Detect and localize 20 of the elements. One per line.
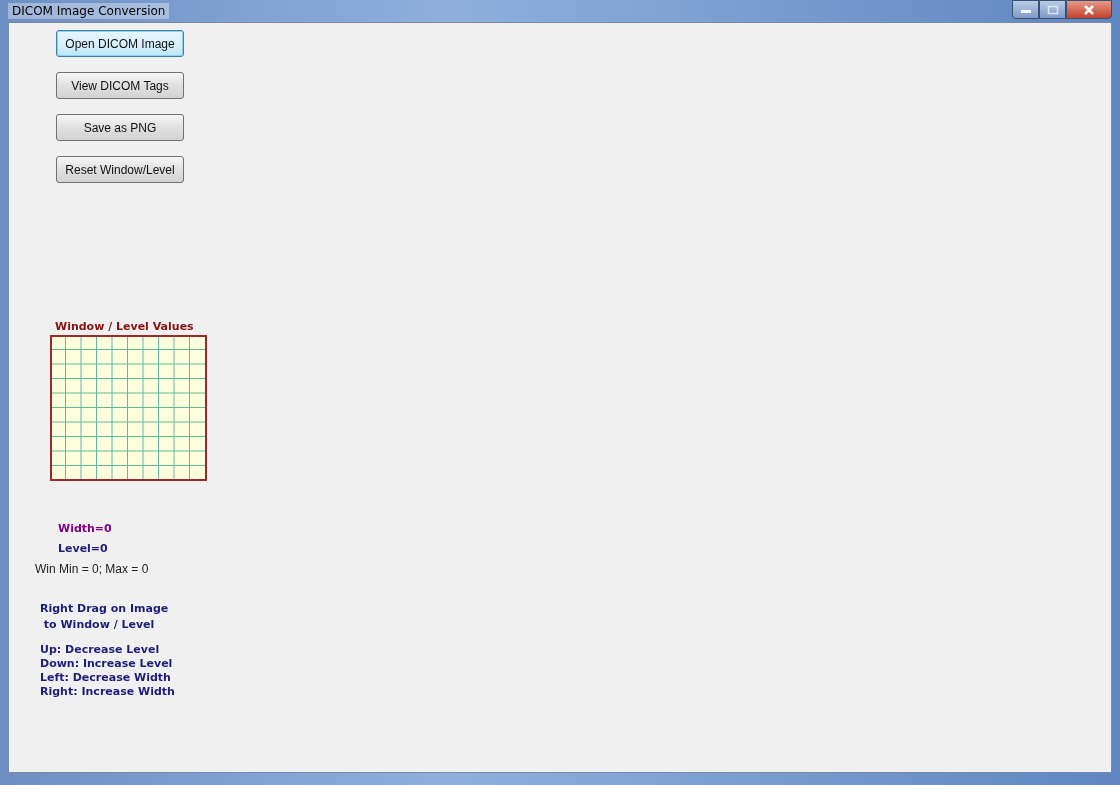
- level-readout: Level=0: [58, 541, 109, 557]
- maximize-icon: [1046, 4, 1059, 15]
- range-readout: Win Min = 0; Max = 0: [35, 561, 150, 578]
- action-button[interactable]: Reset Window/Level: [56, 156, 184, 183]
- action-button[interactable]: View DICOM Tags: [56, 72, 184, 99]
- close-icon: [1083, 4, 1095, 15]
- grid-title: Window / Level Values: [55, 320, 195, 333]
- minimize-button[interactable]: [1012, 0, 1039, 19]
- action-button[interactable]: Open DICOM Image: [56, 30, 184, 57]
- window-title: DICOM Image Conversion: [8, 3, 170, 19]
- action-button[interactable]: Save as PNG: [56, 114, 184, 141]
- instruction-line: Left: Decrease Width: [40, 671, 172, 685]
- close-button[interactable]: [1066, 0, 1112, 19]
- instruction-line: Up: Decrease Level: [40, 643, 161, 657]
- instruction-heading: to Window / Level: [42, 617, 156, 633]
- maximize-button[interactable]: [1039, 0, 1066, 19]
- instruction-line: Right: Increase Width: [40, 685, 176, 699]
- width-readout: Width=0: [58, 521, 113, 537]
- instruction-line: Down: Increase Level: [40, 657, 174, 671]
- instruction-heading: Right Drag on Image: [40, 601, 170, 617]
